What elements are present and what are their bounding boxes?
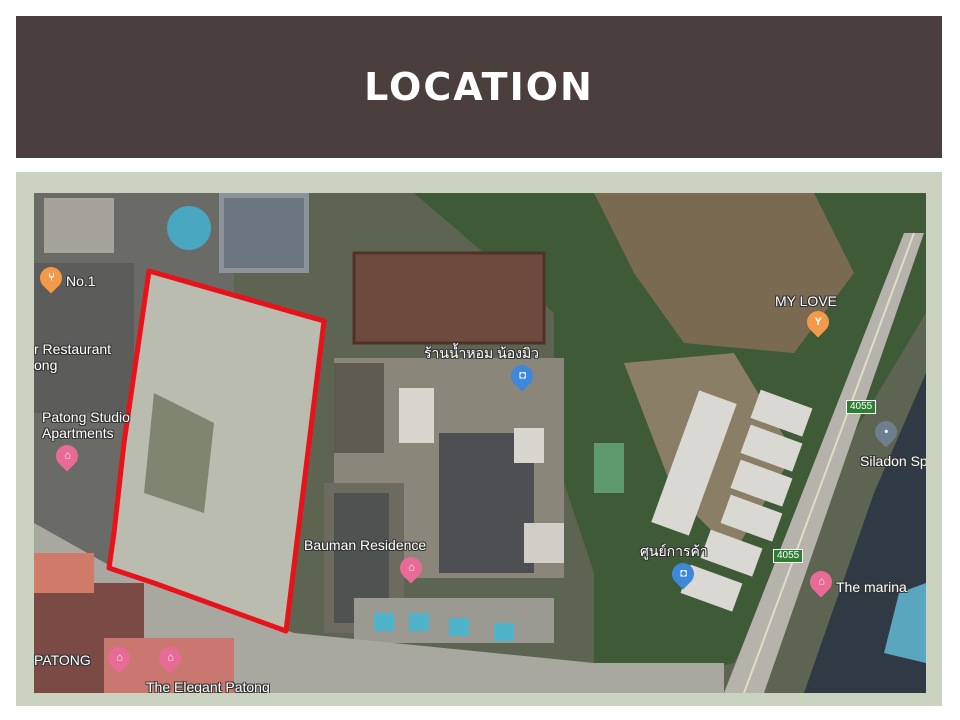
label-no1: No.1 <box>66 273 96 289</box>
road-number-upper: 4055 <box>846 400 877 414</box>
label-studio: Patong Studio <box>42 409 130 425</box>
label-bauman: Bauman Residence <box>304 537 427 553</box>
label-my-love: MY LOVE <box>775 293 837 309</box>
label-elegant: The Elegant Patong <box>146 679 270 693</box>
title-band: LOCATION <box>16 16 942 158</box>
label-patong: PATONG <box>34 652 91 668</box>
label-shopping-center: ศูนย์การค้า <box>640 543 708 559</box>
label-studio-line2: Apartments <box>42 425 114 441</box>
road-number-lower: 4055 <box>773 549 804 563</box>
slide-title: LOCATION <box>364 65 594 109</box>
label-siladon: Siladon Sp <box>860 453 926 469</box>
label-marina: The marina <box>836 579 907 595</box>
label-thai-shop: ร้านน้ำหอม น้องมิว <box>424 345 540 361</box>
map-imagery <box>34 193 926 693</box>
label-restaurant-line2: ong <box>34 357 58 373</box>
satellite-map[interactable]: ⑂ No.1 r Restaurant ong Patong Studio Ap… <box>34 193 926 693</box>
label-restaurant: r Restaurant <box>34 341 112 357</box>
